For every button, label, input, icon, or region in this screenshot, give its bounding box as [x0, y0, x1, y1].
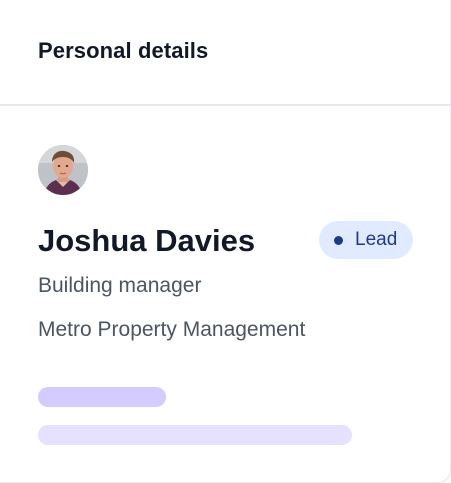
status-badge-label: Lead — [355, 229, 398, 250]
status-badge: Lead — [319, 221, 413, 259]
card-title: Personal details — [38, 38, 209, 63]
avatar — [38, 145, 88, 195]
card-body: Joshua Davies Lead Building manager Metr… — [0, 106, 450, 482]
person-role: Building manager — [38, 274, 202, 297]
loading-placeholder-bar — [38, 387, 166, 407]
personal-details-card: Personal details Joshua Davies Lead Buil… — [0, 0, 451, 483]
person-company: Metro Property Management — [38, 318, 306, 341]
card-header: Personal details — [0, 0, 450, 106]
loading-placeholder-bar — [38, 425, 352, 445]
person-name: Joshua Davies — [38, 223, 256, 258]
person-avatar-icon — [38, 145, 88, 195]
status-dot-icon — [334, 235, 343, 245]
